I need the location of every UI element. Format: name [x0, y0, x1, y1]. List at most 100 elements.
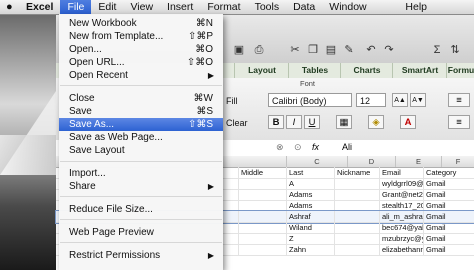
clear-button[interactable]: Clear: [226, 118, 248, 128]
header-category[interactable]: Category: [423, 167, 474, 178]
save-icon[interactable]: ▣: [232, 43, 246, 57]
tab-layout[interactable]: Layout: [234, 63, 289, 78]
apple-menu-icon[interactable]: ●: [6, 1, 20, 13]
sort-icon[interactable]: ⇅: [448, 43, 462, 57]
cell-category[interactable]: Gmail: [423, 222, 474, 233]
column-header-d[interactable]: D: [347, 156, 395, 167]
underline-button[interactable]: U: [304, 115, 320, 129]
cell-email[interactable]: wyldgrrl09@: [379, 178, 423, 189]
cell-middle[interactable]: [238, 222, 286, 233]
file-menu-item-restrict-permissions[interactable]: Restrict Permissions ▶: [59, 249, 223, 262]
file-menu-item-import[interactable]: Import...: [59, 167, 223, 180]
cell-category[interactable]: Gmail: [423, 178, 474, 189]
cell-nickname[interactable]: [334, 178, 379, 189]
column-header-c[interactable]: C: [286, 156, 347, 167]
menu-window[interactable]: Window: [322, 0, 373, 14]
cancel-formula-icon[interactable]: ⊗: [276, 142, 284, 153]
cell-nickname[interactable]: [334, 200, 379, 211]
copy-icon[interactable]: ❐: [306, 43, 320, 57]
menu-edit[interactable]: Edit: [91, 0, 123, 14]
cell-email[interactable]: elizabethann: [379, 244, 423, 255]
cell-category[interactable]: Gmail: [423, 200, 474, 211]
fill-color-icon[interactable]: ◈: [368, 115, 384, 129]
cell-nickname[interactable]: [334, 244, 379, 255]
cell-last[interactable]: Adams: [286, 189, 334, 200]
file-menu-item-save-as[interactable]: Save As... ⇧⌘S: [59, 118, 223, 131]
tab-tables[interactable]: Tables: [288, 63, 341, 78]
file-menu-item-web-page-preview[interactable]: Web Page Preview: [59, 226, 223, 239]
paste-icon[interactable]: ▤: [324, 43, 338, 57]
cell-last[interactable]: Ashraf: [286, 211, 334, 222]
font-name-select[interactable]: Calibri (Body): [268, 93, 352, 107]
align-center-icon[interactable]: ≡: [448, 115, 470, 129]
cell-category[interactable]: Gmail: [423, 233, 474, 244]
cell-email[interactable]: bec674@yah: [379, 222, 423, 233]
menu-insert[interactable]: Insert: [160, 0, 200, 14]
italic-button[interactable]: I: [286, 115, 302, 129]
cell-email[interactable]: stealth17_20: [379, 200, 423, 211]
formula-input[interactable]: Ali: [342, 142, 352, 152]
file-menu-item-save-as-web-page[interactable]: Save as Web Page...: [59, 131, 223, 144]
undo-icon[interactable]: ↶: [364, 43, 378, 57]
autosum-icon[interactable]: Σ: [430, 43, 444, 57]
menu-format[interactable]: Format: [200, 0, 247, 14]
header-middle[interactable]: Middle: [238, 167, 286, 178]
tab-charts[interactable]: Charts: [340, 63, 393, 78]
file-menu-item-open[interactable]: Open... ⌘O: [59, 43, 223, 56]
cell-middle[interactable]: [238, 178, 286, 189]
menu-help[interactable]: Help: [398, 0, 434, 14]
column-header-e[interactable]: E: [395, 156, 441, 167]
font-size-select[interactable]: 12: [356, 93, 386, 107]
cell-middle[interactable]: [238, 189, 286, 200]
cell-last[interactable]: Adams: [286, 200, 334, 211]
cell-last[interactable]: A: [286, 178, 334, 189]
file-menu-item-reduce-file-size[interactable]: Reduce File Size...: [59, 203, 223, 216]
cell-last[interactable]: Z: [286, 233, 334, 244]
file-menu-item-share[interactable]: Share ▶: [59, 180, 223, 193]
file-menu-item-close[interactable]: Close ⌘W: [59, 92, 223, 105]
file-menu-item-new-workbook[interactable]: New Workbook ⌘N: [59, 17, 223, 30]
tab-smartart[interactable]: SmartArt: [392, 63, 447, 78]
header-email[interactable]: Email: [379, 167, 423, 178]
cell-email[interactable]: mzubrzyc@ya: [379, 233, 423, 244]
cell-middle[interactable]: [238, 233, 286, 244]
file-menu-item-new-from-template[interactable]: New from Template... ⇧⌘P: [59, 30, 223, 43]
menu-data[interactable]: Data: [286, 0, 322, 14]
tab-formulas[interactable]: Formu: [446, 63, 474, 78]
cell-last[interactable]: Wiland: [286, 222, 334, 233]
cell-nickname[interactable]: [334, 189, 379, 200]
borders-icon[interactable]: ▦: [336, 115, 352, 129]
bold-button[interactable]: B: [268, 115, 284, 129]
header-nickname[interactable]: Nickname: [334, 167, 379, 178]
grow-font-button[interactable]: A▲: [392, 93, 408, 107]
cell-middle[interactable]: [238, 211, 286, 222]
cell-nickname[interactable]: [334, 211, 379, 222]
file-menu-item-open-recent[interactable]: Open Recent ▶: [59, 69, 223, 82]
menu-view[interactable]: View: [123, 0, 160, 14]
shrink-font-button[interactable]: A▼: [410, 93, 426, 107]
cell-middle[interactable]: [238, 200, 286, 211]
cell-last[interactable]: Zahn: [286, 244, 334, 255]
confirm-formula-icon[interactable]: ⊙: [294, 142, 302, 153]
cell-category[interactable]: Gmail: [423, 189, 474, 200]
cell-middle[interactable]: [238, 244, 286, 255]
file-menu-item-save[interactable]: Save ⌘S: [59, 105, 223, 118]
format-painter-icon[interactable]: ✎: [342, 43, 356, 57]
fill-button[interactable]: Fill: [226, 96, 238, 106]
menu-excel[interactable]: Excel: [20, 0, 60, 14]
font-color-button[interactable]: A: [400, 115, 416, 129]
cell-category[interactable]: Gmail: [423, 244, 474, 255]
fx-label[interactable]: fx: [312, 142, 319, 152]
file-menu-item-open-url[interactable]: Open URL... ⇧⌘O: [59, 56, 223, 69]
cell-email[interactable]: Grant@net2: [379, 189, 423, 200]
align-left-icon[interactable]: ≡: [448, 93, 470, 107]
cell-category[interactable]: Gmail: [423, 211, 474, 222]
menu-file[interactable]: File: [60, 0, 92, 14]
file-menu-item-save-layout[interactable]: Save Layout: [59, 144, 223, 157]
cut-icon[interactable]: ✂: [288, 43, 302, 57]
cell-nickname[interactable]: [334, 233, 379, 244]
column-header-f[interactable]: F: [441, 156, 474, 167]
menu-tools[interactable]: Tools: [248, 0, 287, 14]
print-icon[interactable]: ⎙: [252, 43, 266, 57]
cell-nickname[interactable]: [334, 222, 379, 233]
